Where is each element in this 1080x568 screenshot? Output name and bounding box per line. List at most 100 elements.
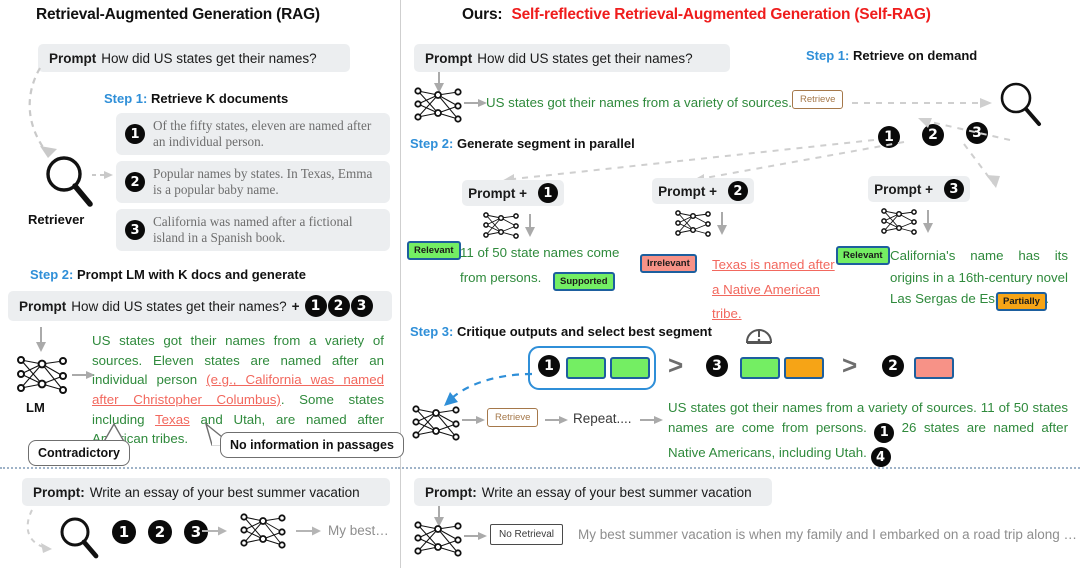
no-retrieval-token: No Retrieval bbox=[490, 524, 564, 545]
retrieve-token-final: Retrieve bbox=[487, 408, 539, 427]
rank-gt-2: > bbox=[842, 350, 858, 380]
contradictory-callout: Contradictory bbox=[28, 440, 130, 466]
right-bottom-lm-icon bbox=[414, 521, 462, 557]
left-step2-text: Prompt LM with K docs and generate bbox=[76, 267, 306, 282]
rank-2-badge: 3 bbox=[706, 355, 728, 377]
final-arrow-2 bbox=[545, 416, 568, 424]
left-step1-text: Retrieve K documents bbox=[150, 91, 289, 106]
left-bottom-magnifier-icon bbox=[60, 517, 99, 559]
branch-3-header: Prompt + 3 bbox=[868, 176, 970, 202]
right-step3-text: Critique outputs and select best segment bbox=[456, 324, 712, 339]
left-prompt2-text: How did US states get their names? bbox=[71, 298, 287, 314]
doc-number-badge: 2 bbox=[125, 172, 145, 192]
rank-1-chip-2 bbox=[610, 357, 650, 379]
rank-2-chip-2 bbox=[784, 357, 824, 379]
left-prompt2-label: Prompt bbox=[19, 298, 67, 314]
rank-1-chip-1 bbox=[566, 357, 606, 379]
branch-1-label: Prompt + bbox=[468, 185, 527, 201]
right-bottom-prompt-label: Prompt: bbox=[425, 484, 477, 500]
left-doc-3: 3 California was named after a fictional… bbox=[116, 209, 390, 251]
bottom-doc-badge-1: 1 bbox=[112, 520, 136, 544]
retriever-label: Retriever bbox=[28, 212, 85, 227]
branch-1-lm-icon bbox=[483, 212, 535, 239]
left-step2-line: Step 2: Prompt LM with K docs and genera… bbox=[30, 267, 306, 282]
figure-root: Retrieval-Augmented Generation (RAG) Pro… bbox=[0, 0, 1080, 568]
rank-3-chip-1 bbox=[914, 357, 954, 379]
branch-1-support-badge: Supported bbox=[553, 272, 615, 291]
final-output: US states got their names from a variety… bbox=[668, 398, 1068, 468]
branch-2-lm-icon bbox=[675, 210, 727, 237]
prompt2-doc-badge-1: 1 bbox=[304, 295, 327, 317]
left-step2-number: Step 2: bbox=[30, 267, 74, 282]
right-title-main: Self-reflective Retrieval-Augmented Gene… bbox=[511, 6, 931, 23]
language-model-icon bbox=[17, 356, 67, 394]
right-step1-number: Step 1: bbox=[806, 48, 850, 63]
doc-text: Popular names by states. In Texas, Emma … bbox=[153, 165, 373, 197]
final-arrow-3 bbox=[640, 416, 663, 424]
branch-2-doc-badge: 2 bbox=[727, 181, 748, 201]
prompt2-doc-badge-2: 2 bbox=[327, 295, 350, 317]
left-bottom-divider bbox=[0, 467, 400, 469]
branch-3-lm-icon bbox=[881, 208, 933, 235]
right-panel-title: Ours: Self-reflective Retrieval-Augmente… bbox=[462, 6, 931, 24]
right-title-prefix: Ours: bbox=[462, 6, 503, 23]
final-citation-1: 1 bbox=[874, 422, 895, 443]
left-step1-number: Step 1: bbox=[104, 91, 148, 106]
right-bottom-prompt-text: Write an essay of your best summer vacat… bbox=[481, 484, 752, 500]
prompt2-doc-badge-3: 3 bbox=[350, 295, 373, 317]
left-doc-1: 1 Of the fifty states, eleven are named … bbox=[116, 113, 390, 155]
right-step3-number: Step 3: bbox=[410, 324, 454, 339]
right-step1-text: Retrieve on demand bbox=[852, 48, 978, 63]
left-bottom-prompt-bar: Prompt: Write an essay of your best summ… bbox=[22, 478, 390, 506]
branch-1-header: Prompt + 1 bbox=[462, 180, 564, 206]
left-output-unsupported: Texas bbox=[155, 411, 190, 427]
panel-divider bbox=[400, 0, 401, 568]
left-bottom-arrow-1 bbox=[202, 526, 227, 536]
right-bottom-prompt-bar: Prompt: Write an essay of your best summ… bbox=[414, 478, 772, 506]
right-prompt-bar: Prompt How did US states get their names… bbox=[414, 44, 730, 72]
branch-2-output: Texas is named after a Native American t… bbox=[712, 257, 835, 322]
left-prompt2-bar: Prompt How did US states get their names… bbox=[8, 291, 392, 321]
retrieve-to-search-arrow bbox=[852, 98, 992, 108]
branch-1-doc-badge: 1 bbox=[537, 183, 558, 203]
left-prompt2-plus: + bbox=[291, 298, 300, 314]
retriever-to-docs-arrow bbox=[92, 171, 113, 179]
right-step2-number: Step 2: bbox=[410, 136, 454, 151]
right-lm-output-arrow bbox=[464, 99, 487, 107]
right-step1-output: US states got their names from a variety… bbox=[486, 95, 792, 110]
rank-2-chip-1 bbox=[740, 357, 780, 379]
final-lm-icon bbox=[412, 405, 460, 441]
left-panel-title: Retrieval-Augmented Generation (RAG) bbox=[36, 6, 320, 23]
left-bottom-arrow-2 bbox=[296, 526, 321, 536]
right-step2-line: Step 2: Generate segment in parallel bbox=[410, 136, 635, 151]
doc-number-badge: 1 bbox=[125, 124, 145, 144]
left-bottom-output: My best… bbox=[328, 523, 389, 538]
branch-1-relevance-badge: Relevant bbox=[407, 241, 461, 260]
branch-3-relevance-badge: Relevant bbox=[836, 246, 890, 265]
right-step1-line: Step 1: Retrieve on demand bbox=[806, 48, 977, 63]
left-doc-2: 2 Popular names by states. In Texas, Emm… bbox=[116, 161, 390, 203]
left-bottom-prompt-text: Write an essay of your best summer vacat… bbox=[89, 484, 360, 500]
branch-3-support-badge: Partially bbox=[996, 292, 1047, 311]
branch-3-label: Prompt + bbox=[874, 181, 933, 197]
branch-3-doc-badge: 3 bbox=[943, 179, 964, 199]
left-bottom-prompt-label: Prompt: bbox=[33, 484, 85, 500]
left-prompt-label: Prompt bbox=[49, 50, 97, 66]
noinfo-callout: No information in passages bbox=[220, 432, 404, 458]
left-prompt-text: How did US states get their names? bbox=[101, 50, 317, 66]
left-step1-line: Step 1: Retrieve K documents bbox=[104, 91, 288, 106]
right-prompt-text: How did US states get their names? bbox=[477, 50, 693, 66]
right-step3-line: Step 3: Critique outputs and select best… bbox=[410, 324, 712, 339]
bottom-doc-badge-2: 2 bbox=[148, 520, 172, 544]
left-lm-label: LM bbox=[26, 400, 45, 415]
doc-text: Of the fifty states, eleven are named af… bbox=[153, 117, 372, 149]
right-prompt-label: Prompt bbox=[425, 50, 473, 66]
doc-number-badge: 3 bbox=[125, 220, 145, 240]
final-citation-4: 4 bbox=[870, 447, 891, 468]
repeat-label: Repeat.... bbox=[573, 411, 632, 426]
left-bottom-doc-badges: 1 2 3 bbox=[112, 520, 208, 544]
right-bottom-arrow bbox=[464, 532, 487, 540]
rank-gt-1: > bbox=[668, 350, 684, 380]
doc-text: California was named after a fictional i… bbox=[153, 213, 353, 245]
right-bottom-output: My best summer vacation is when my famil… bbox=[578, 527, 1077, 542]
